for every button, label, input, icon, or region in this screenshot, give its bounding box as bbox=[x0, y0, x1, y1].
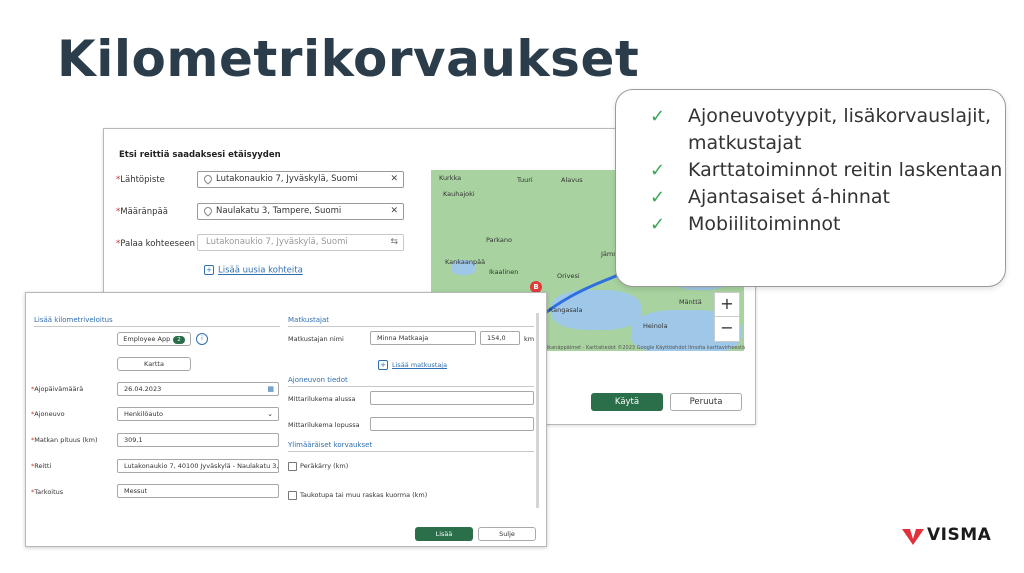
check-icon: ✓ bbox=[650, 106, 666, 127]
passenger-name-label: Matkustajan nimi bbox=[288, 335, 344, 343]
location-pin-icon bbox=[202, 173, 214, 185]
add-passenger-link[interactable]: + Lisää matkustaja bbox=[378, 360, 447, 370]
trailer-checkbox[interactable] bbox=[288, 462, 297, 471]
odo-start-label: Mittarilukema alussa bbox=[288, 395, 356, 403]
map-label: Kurkka bbox=[439, 174, 462, 182]
map-label: Ikaalinen bbox=[489, 268, 519, 276]
map-attribution: Pikanäppäimet · Karttatiedot ©2023 Googl… bbox=[544, 345, 746, 351]
check-icon: ✓ bbox=[650, 187, 666, 208]
heavy-load-label: Taukotupa tai muu raskas kuorma (km) bbox=[300, 491, 428, 499]
slide-title: Kilometrikorvaukset bbox=[57, 30, 640, 88]
route-label: *Reitti bbox=[31, 462, 52, 470]
add-icon: + bbox=[378, 360, 388, 370]
cancel-button[interactable]: Peruuta bbox=[670, 393, 742, 411]
location-pin-icon bbox=[202, 205, 214, 217]
apply-button[interactable]: Käytä bbox=[591, 393, 663, 411]
zoom-out-button[interactable]: − bbox=[714, 316, 740, 342]
odo-end-label: Mittarilukema lopussa bbox=[288, 421, 360, 429]
info-icon[interactable]: i bbox=[196, 333, 208, 345]
feature-callout: ✓ Ajoneuvotyypit, lisäkorvauslajit, matku… bbox=[615, 89, 1006, 287]
map-label: Kauhajoki bbox=[443, 190, 475, 198]
count-badge: 2 bbox=[173, 336, 185, 344]
passenger-name-input[interactable]: Minna Matkaaja bbox=[370, 331, 476, 345]
add-destinations-link[interactable]: + Lisää uusia kohteita bbox=[204, 265, 303, 276]
visma-logo: VISMA bbox=[901, 525, 991, 547]
check-icon: ✓ bbox=[650, 160, 666, 181]
map-label: Kangasala bbox=[549, 306, 583, 314]
odo-start-input[interactable] bbox=[370, 391, 534, 405]
mileage-form: Lisää kilometriveloitus Employee App 2 i … bbox=[25, 292, 547, 547]
map-label: Mänttä bbox=[679, 298, 702, 306]
section-passengers: Matkustajat bbox=[288, 316, 330, 324]
check-icon: ✓ bbox=[650, 214, 666, 235]
feature-item: ✓ Ajoneuvotyypit, lisäkorvauslajit, matku… bbox=[650, 105, 992, 154]
add-button[interactable]: Lisää bbox=[415, 527, 473, 541]
map-button[interactable]: Kartta bbox=[117, 357, 191, 371]
map-label: Heinola bbox=[643, 322, 668, 330]
route-heading: Etsi reittiä saadaksesi etäisyyden bbox=[119, 150, 281, 160]
heavy-load-checkbox[interactable] bbox=[288, 491, 297, 500]
swap-icon[interactable]: ⇆ bbox=[390, 235, 398, 250]
clear-icon[interactable]: ✕ bbox=[390, 172, 398, 187]
clear-icon[interactable]: ✕ bbox=[390, 204, 398, 219]
dest-label: *Määränpää bbox=[116, 207, 168, 217]
map-label: Parkano bbox=[486, 236, 513, 244]
km-unit: km bbox=[524, 335, 535, 343]
start-input[interactable]: Lutakonaukio 7, Jyväskylä, Suomi ✕ bbox=[197, 171, 404, 188]
calendar-icon[interactable]: ▦ bbox=[267, 383, 274, 395]
visma-logo-icon bbox=[902, 529, 924, 545]
vehicle-label: *Ajoneuvo bbox=[31, 410, 65, 418]
date-input[interactable]: 26.04.2023 ▦ bbox=[117, 382, 279, 396]
start-label: *Lähtöpiste bbox=[116, 175, 165, 185]
purpose-input[interactable]: Messut bbox=[117, 484, 279, 498]
date-label: *Ajopäivämäärä bbox=[31, 385, 84, 393]
return-label: *Palaa kohteeseen bbox=[116, 239, 195, 249]
section-add-mileage: Lisää kilometriveloitus bbox=[34, 316, 113, 324]
map-label: Orivesi bbox=[557, 272, 580, 280]
length-input[interactable]: 309,1 bbox=[117, 433, 279, 447]
purpose-label: *Tarkoitus bbox=[31, 488, 64, 496]
map-label: Alavus bbox=[561, 176, 583, 184]
chevron-down-icon: ⌄ bbox=[267, 410, 273, 418]
map-label: Tuuri bbox=[517, 176, 533, 184]
length-label: *Matkan pituus (km) bbox=[31, 436, 98, 444]
zoom-in-button[interactable]: + bbox=[714, 292, 740, 318]
feature-item: ✓ Ajantasaiset á-hinnat bbox=[650, 184, 1005, 211]
return-input[interactable]: Lutakonaukio 7, Jyväskylä, Suomi ⇆ bbox=[197, 234, 404, 251]
dest-input[interactable]: Naulakatu 3, Tampere, Suomi ✕ bbox=[197, 203, 404, 220]
section-extra: Ylimääräiset korvaukset bbox=[288, 441, 373, 449]
vehicle-select[interactable]: Henkilöauto ⌄ bbox=[117, 407, 279, 421]
feature-item: ✓ Mobiilitoiminnot bbox=[650, 211, 1005, 238]
section-vehicle: Ajoneuvon tiedot bbox=[288, 376, 348, 384]
scrollbar[interactable] bbox=[536, 313, 539, 508]
odo-end-input[interactable] bbox=[370, 417, 534, 431]
map-label: Kankaanpää bbox=[445, 258, 486, 266]
feature-item: ✓ Karttatoiminnot reitin laskentaan bbox=[650, 157, 1005, 184]
close-button[interactable]: Sulje bbox=[478, 527, 536, 541]
passenger-km-input[interactable]: 154,0 bbox=[480, 331, 520, 345]
trailer-label: Peräkärry (km) bbox=[300, 462, 349, 470]
route-input[interactable]: Lutakonaukio 7, 40100 Jyväskylä - Naulak… bbox=[117, 459, 279, 473]
add-icon: + bbox=[204, 265, 214, 275]
employee-app-button[interactable]: Employee App 2 bbox=[117, 332, 191, 346]
